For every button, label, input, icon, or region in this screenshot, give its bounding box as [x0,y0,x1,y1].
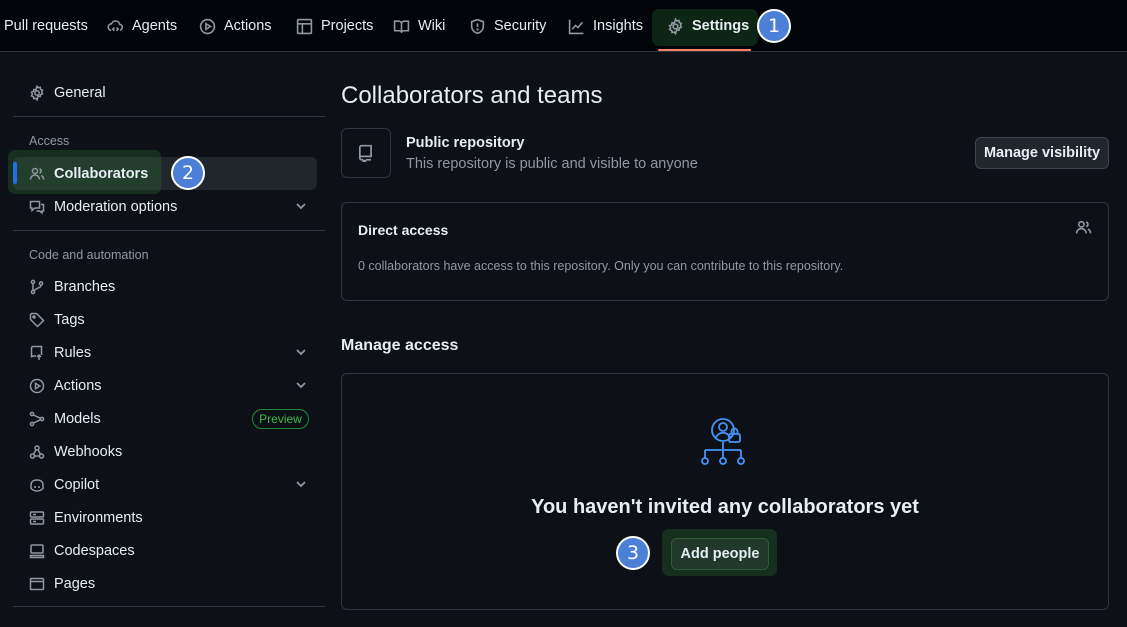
gear-icon [668,17,683,35]
tab-insights[interactable]: Insights [568,0,643,52]
sidebar-item-label: Collaborators [54,166,149,182]
webhook-icon [29,445,45,459]
gear-icon [30,85,44,101]
tab-label: Projects [321,18,374,34]
graph-icon [568,19,584,34]
sidebar-item-tags[interactable]: Tags [29,307,85,333]
tab-label: Settings [692,18,750,34]
direct-access-title: Direct access [358,222,449,238]
tab-label: Wiki [418,18,446,34]
sidebar-item-label: Codespaces [54,543,135,559]
book-icon [393,19,410,33]
chevron-down-icon[interactable] [294,345,308,359]
preview-badge: Preview [252,409,309,429]
step-badge-2: 2 [171,156,205,190]
add-people-button[interactable]: Add people [671,538,769,570]
sidebar-item-environments[interactable]: Environments [29,505,143,531]
models-icon [29,411,45,427]
sidebar-divider [13,606,325,607]
tab-settings[interactable]: Settings [667,0,749,52]
repo-icon [358,144,372,162]
repo-push-icon [30,345,43,360]
tab-security[interactable]: Security [469,0,546,52]
sidebar-item-label: Rules [54,345,92,361]
manage-access-title: Manage access [341,337,459,354]
sidebar-item-models[interactable]: Models [29,406,101,432]
step-badge-1: 1 [757,9,791,43]
sidebar-item-general[interactable]: General [29,80,106,106]
table-icon [296,18,313,34]
repo-visibility-icon-box [341,128,391,178]
tab-projects[interactable]: Projects [296,0,373,52]
tab-label: Pull requests [4,18,88,34]
direct-access-panel [341,202,1109,301]
copilot-icon [30,479,44,492]
visibility-subtitle: This repository is public and visible to… [406,156,698,172]
sidebar-item-webhooks[interactable]: Webhooks [29,439,122,465]
empty-state-title: You haven't invited any collaborators ye… [531,496,919,518]
chevron-down-icon[interactable] [294,378,308,392]
chevron-down-icon[interactable] [294,199,308,213]
sidebar-item-moderation-options[interactable]: Moderation options [29,194,177,220]
sidebar-item-rules[interactable]: Rules [29,340,91,366]
tab-label: Agents [132,18,178,34]
tab-label: Insights [593,18,643,34]
sidebar-item-actions[interactable]: Actions [29,373,102,399]
agents-icon [107,19,124,31]
tag-icon [29,312,45,328]
sidebar-selected-indicator [13,162,17,184]
tab-agents[interactable]: Agents [107,0,177,52]
sidebar-divider [13,116,325,117]
tab-label: Security [494,18,547,34]
sidebar-item-label: Moderation options [54,199,178,215]
sidebar-item-label: Webhooks [54,444,123,460]
sidebar-item-copilot[interactable]: Copilot [29,472,99,498]
sidebar-item-label: Models [54,411,101,427]
server-icon [29,511,45,525]
branch-icon [30,279,44,295]
codespaces-icon [29,544,45,559]
sidebar-item-label: Pages [54,576,96,592]
people-icon [29,167,45,180]
chevron-down-icon[interactable] [294,477,308,491]
repo-nav: Pull requests Agents Actions Projects Wi… [0,0,1127,52]
sidebar-item-codespaces[interactable]: Codespaces [29,538,135,564]
sidebar-item-collaborators[interactable]: Collaborators [29,161,148,187]
tab-label: Actions [224,18,272,34]
tab-actions[interactable]: Actions [199,0,272,52]
browser-icon [29,577,45,591]
visibility-title: Public repository [406,135,525,151]
selected-tab-underline [658,49,751,51]
page-title: Collaborators and teams [341,82,603,109]
sidebar-item-label: General [54,85,106,101]
comment-discussion-icon [29,200,45,215]
direct-access-text: 0 collaborators have access to this repo… [358,259,844,273]
sidebar-heading-code-automation: Code and automation [29,248,149,262]
sidebar-item-label: Copilot [54,477,100,493]
tab-wiki[interactable]: Wiki [393,0,445,52]
sidebar-item-branches[interactable]: Branches [29,274,115,300]
people-icon [1075,220,1092,234]
sidebar-item-label: Environments [54,510,143,526]
shield-icon [470,18,485,34]
step-badge-3: 3 [616,536,650,570]
sidebar-item-pages[interactable]: Pages [29,571,95,597]
sidebar-divider [13,230,325,231]
manage-visibility-button[interactable]: Manage visibility [975,137,1109,169]
play-icon [29,378,45,394]
tab-pull-requests[interactable]: Pull requests [4,0,88,52]
sidebar-item-label: Branches [54,279,116,295]
person-lock-network-icon [701,418,745,465]
play-icon [199,18,216,34]
sidebar-item-label: Tags [54,312,85,328]
sidebar-item-label: Actions [54,378,102,394]
sidebar-heading-access: Access [29,134,70,148]
